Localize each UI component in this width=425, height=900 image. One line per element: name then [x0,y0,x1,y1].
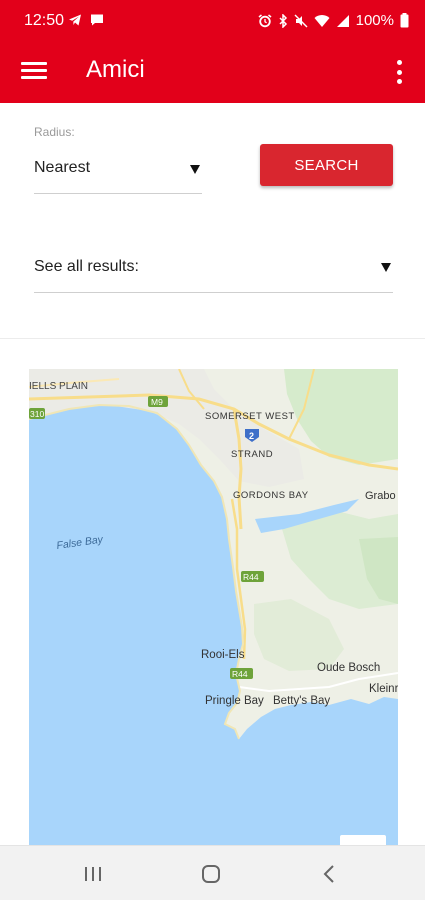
more-vert-icon[interactable] [389,58,409,86]
map-label-false-bay: False Bay [56,533,105,551]
results-dropdown[interactable]: See all results: [34,249,393,293]
dropdown-arrow-icon [381,263,391,272]
map-zoom-control[interactable] [340,835,386,845]
road-shield-m9: M9 [151,397,163,407]
menu-icon[interactable] [21,59,47,85]
battery-percent: 100% [355,12,394,29]
app-title: Amici [86,56,145,83]
app-bar: Amici [0,42,425,103]
telegram-icon [69,14,81,26]
home-icon[interactable] [197,860,225,888]
signal-icon [336,14,349,27]
search-button[interactable]: SEARCH [260,144,393,186]
divider [0,338,425,339]
map-label-oude-bosch: Oude Bosch [317,662,380,674]
message-icon [91,14,103,26]
alarm-icon [258,13,272,27]
road-shield-n2: 2 [249,431,254,441]
status-right-icons: 100% [258,12,409,29]
status-left-icons [68,13,104,27]
radius-value: Nearest [34,159,91,176]
system-nav-bar [0,845,425,900]
map-label-gordons-bay: GORDONS BAY [233,490,309,501]
map-label-strand: STRAND [231,449,273,460]
map-label-pringle-bay: Pringle Bay [205,695,264,707]
map-label-rooi-els: Rooi-Els [201,649,245,661]
mute-icon [294,14,308,27]
road-shield-310: 310 [30,409,44,419]
map-label-mitchells-plain: IELLS PLAIN [29,381,88,392]
back-icon[interactable] [316,860,344,888]
map-label-grabouw: Grabo [365,490,396,502]
road-shield-r44: R44 [232,669,248,679]
radius-label: Radius: [34,125,75,139]
status-time: 12:50 [24,12,65,29]
status-bar: 12:50 100% [0,0,425,42]
road-shield-r44: R44 [243,572,259,582]
radius-dropdown[interactable]: Nearest [34,152,202,194]
battery-icon [400,13,409,28]
map-label-bettys-bay: Betty's Bay [273,695,330,707]
dropdown-arrow-icon [190,165,200,174]
map-label-kleinmond: Kleinr [369,683,398,695]
map-view[interactable]: 310 M9 2 R44 R44 IELLS PLAIN SOMERSET WE… [29,369,398,845]
map-label-somerset-west: SOMERSET WEST [205,411,295,422]
wifi-icon [314,14,330,27]
recent-apps-icon[interactable] [79,860,107,888]
results-label: See all results: [34,258,139,275]
map-canvas: 310 M9 2 R44 R44 IELLS PLAIN SOMERSET WE… [29,369,398,845]
bluetooth-icon [279,13,287,28]
